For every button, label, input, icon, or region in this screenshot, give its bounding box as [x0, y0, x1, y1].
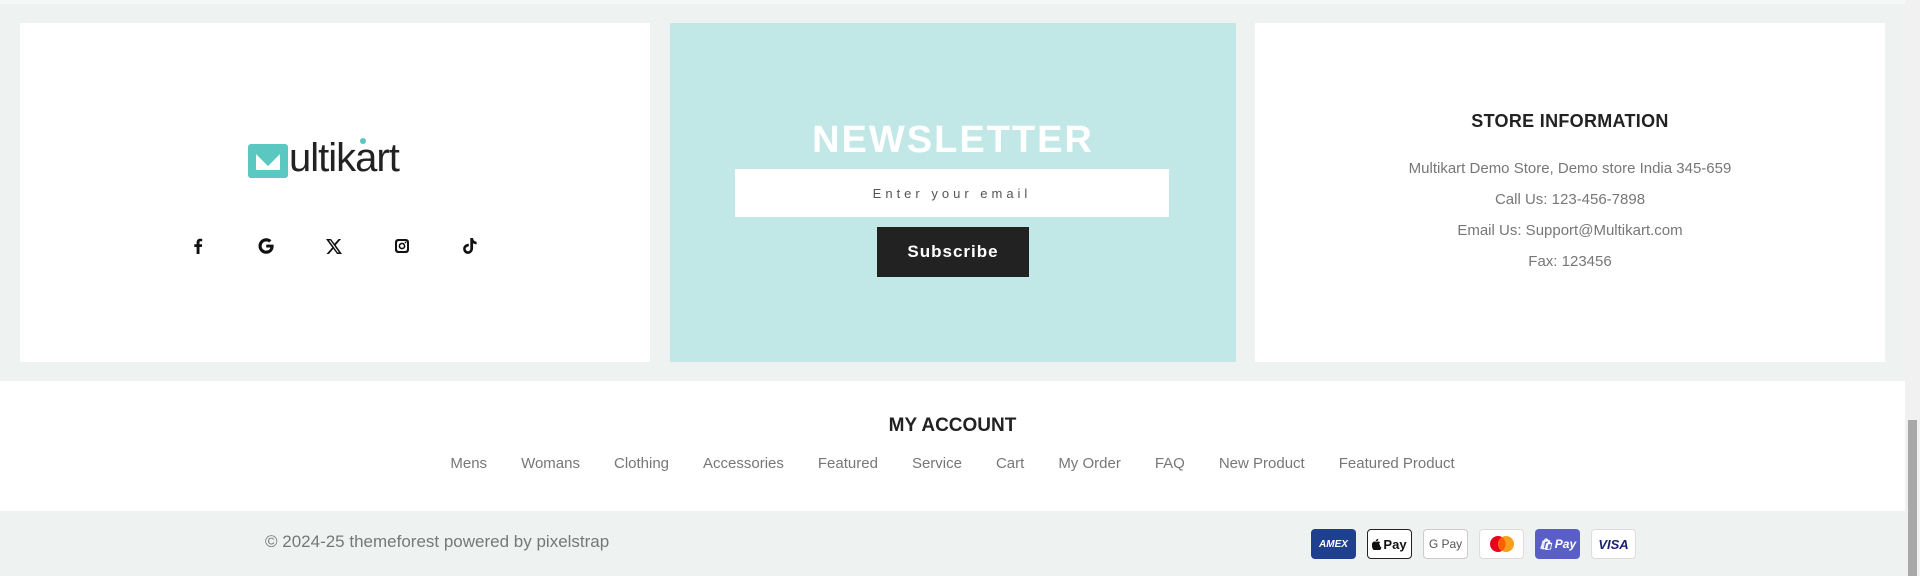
top-edge-divider: [0, 0, 1905, 4]
account-link-clothing[interactable]: Clothing: [614, 455, 669, 472]
apple-pay-icon: Pay: [1367, 529, 1412, 559]
newsletter-panel: NEWSLETTER Subscribe: [670, 23, 1236, 362]
apple-pay-label: Pay: [1383, 536, 1407, 552]
store-address: Multikart Demo Store, Demo store India 3…: [1408, 160, 1732, 177]
store-information-title: STORE INFORMATION: [1471, 111, 1669, 131]
copyright-text: © 2024-25 themeforest powered by pixelst…: [265, 532, 610, 551]
logo-text: ultikart: [289, 136, 400, 180]
x-twitter-icon[interactable]: [324, 236, 344, 256]
account-link-womans[interactable]: Womans: [521, 455, 580, 472]
visa-icon: VISA: [1591, 529, 1636, 559]
my-account-links: Mens Womans Clothing Accessories Feature…: [0, 455, 1905, 472]
copyright-bar: © 2024-25 themeforest powered by pixelst…: [0, 511, 1905, 576]
google-icon[interactable]: [256, 236, 276, 256]
account-link-cart[interactable]: Cart: [996, 455, 1024, 472]
mastercard-icon: [1479, 529, 1524, 559]
shop-pay-label: Pay: [1554, 537, 1577, 551]
account-link-accessories[interactable]: Accessories: [703, 455, 784, 472]
social-links: [188, 236, 480, 256]
subscribe-button[interactable]: Subscribe: [877, 227, 1029, 277]
my-account-title: MY ACCOUNT: [888, 415, 1017, 436]
amex-icon: AMEX: [1311, 529, 1356, 559]
account-link-mens[interactable]: Mens: [450, 455, 487, 472]
account-link-my-order[interactable]: My Order: [1058, 455, 1121, 472]
shop-pay-icon: 🛍 Pay: [1535, 529, 1580, 559]
my-account-section: MY ACCOUNT Mens Womans Clothing Accessor…: [0, 381, 1905, 511]
account-link-featured-product[interactable]: Featured Product: [1339, 455, 1455, 472]
account-link-service[interactable]: Service: [912, 455, 962, 472]
facebook-icon[interactable]: [188, 236, 208, 256]
google-pay-icon: G Pay: [1423, 529, 1468, 559]
account-link-featured[interactable]: Featured: [818, 455, 878, 472]
shop-bag-icon: 🛍: [1538, 538, 1553, 551]
store-information-panel: STORE INFORMATION Multikart Demo Store, …: [1255, 23, 1885, 362]
account-link-new-product[interactable]: New Product: [1219, 455, 1305, 472]
account-link-faq[interactable]: FAQ: [1155, 455, 1185, 472]
multikart-logo[interactable]: ultikart: [248, 136, 400, 180]
newsletter-title: NEWSLETTER: [812, 119, 1094, 161]
logo-mark-icon: [248, 144, 288, 178]
logo-dot: [360, 138, 366, 144]
tiktok-icon[interactable]: [460, 236, 480, 256]
scrollbar-thumb[interactable]: [1908, 420, 1917, 576]
store-phone: Call Us: 123-456-7898: [1494, 191, 1646, 208]
store-information-details: Multikart Demo Store, Demo store India 3…: [1255, 159, 1885, 283]
store-email: Email Us: Support@Multikart.com: [1457, 222, 1683, 239]
payment-methods: AMEX Pay G Pay 🛍 Pay VISA: [1311, 529, 1636, 559]
newsletter-email-input[interactable]: [735, 169, 1169, 217]
store-fax: Fax: 123456: [1528, 253, 1612, 270]
brand-panel: ultikart: [20, 23, 650, 362]
instagram-icon[interactable]: [392, 236, 412, 256]
